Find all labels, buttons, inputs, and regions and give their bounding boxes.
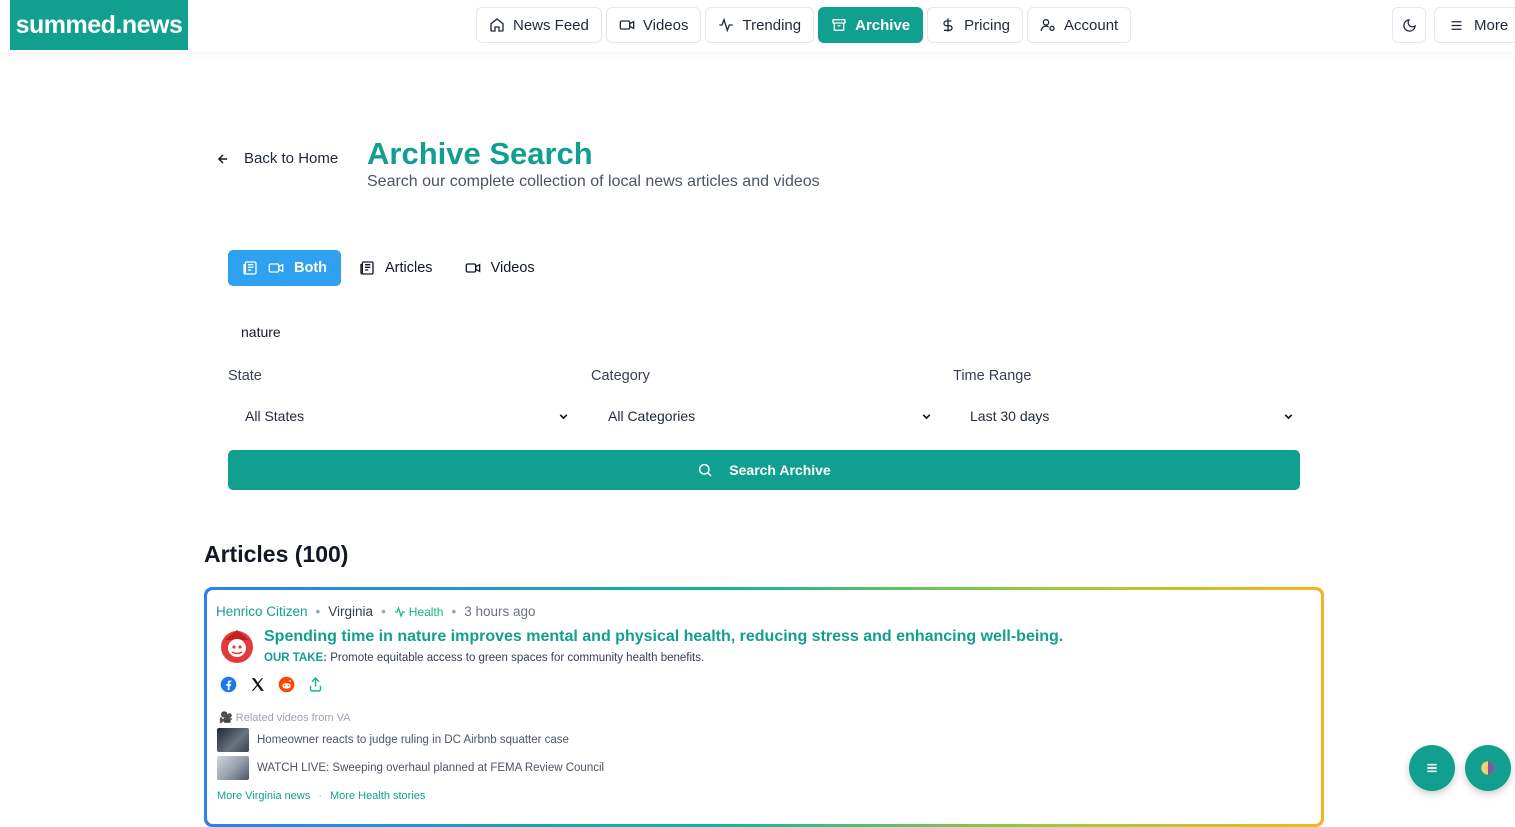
page-subtitle: Search our complete collection of local … — [367, 173, 820, 190]
menu-icon — [1451, 20, 1462, 30]
meta-separator: • — [451, 604, 457, 619]
tab-label: Videos — [490, 260, 535, 276]
activity-icon — [719, 17, 734, 33]
video-thumbnail — [217, 756, 249, 780]
more-links: More Virginia news · More Health stories — [217, 790, 425, 802]
time-range-select[interactable]: Last 30 days — [953, 402, 1301, 430]
newspaper-icon — [243, 261, 257, 275]
list-icon — [1427, 763, 1437, 773]
nav-news-feed[interactable]: News Feed — [476, 7, 602, 43]
back-label: Back to Home — [244, 150, 339, 167]
tab-label: Both — [294, 260, 328, 276]
archive-icon — [832, 19, 846, 31]
nav-label: Account — [1064, 16, 1119, 34]
article-headline-link[interactable]: Spending time in nature improves mental … — [264, 628, 1063, 646]
nav-videos[interactable]: Videos — [605, 7, 702, 43]
meta-separator: • — [381, 604, 386, 619]
article-category-label: Health — [408, 604, 444, 619]
site-logo[interactable]: summed.news — [10, 0, 188, 50]
nav-account[interactable]: Account — [1027, 7, 1132, 43]
category-select[interactable]: All Categories — [591, 402, 939, 430]
meta-separator: • — [315, 604, 321, 619]
time-range-select-value: Last 30 days — [970, 408, 1050, 424]
menu-fab-button[interactable] — [1409, 745, 1455, 791]
nav-label: Videos — [642, 16, 689, 34]
arrow-left-icon — [217, 153, 228, 164]
chevron-down-icon — [1284, 413, 1293, 419]
home-icon — [490, 18, 504, 32]
related-video-item[interactable]: Homeowner reacts to judge ruling in DC A… — [217, 728, 569, 752]
tab-articles[interactable]: Articles — [345, 250, 447, 286]
more-state-news-link[interactable]: More Virginia news — [217, 790, 310, 802]
nav-pricing[interactable]: Pricing — [927, 7, 1024, 43]
state-select-value: All States — [245, 408, 305, 424]
theme-toggle-button[interactable] — [1392, 7, 1426, 43]
page-title: Archive Search — [367, 136, 593, 171]
tab-label: Articles — [385, 260, 433, 276]
article-source-link[interactable]: Henrico Citizen — [216, 604, 308, 619]
chevron-down-icon — [922, 413, 931, 419]
category-select-value: All Categories — [608, 408, 696, 424]
article-state: Virginia — [328, 604, 374, 619]
tab-videos[interactable]: Videos — [451, 250, 549, 286]
nav-label: News Feed — [513, 16, 589, 34]
time-range-filter-label: Time Range — [953, 368, 1032, 384]
nav-label: Trending — [742, 16, 802, 34]
search-input[interactable] — [228, 318, 1300, 346]
video-thumbnail — [217, 728, 249, 752]
tab-both[interactable]: Both — [228, 250, 342, 286]
category-filter-label: Category — [591, 368, 650, 384]
back-to-home-link[interactable]: Back to Home — [204, 146, 350, 171]
our-take-label: OUR TAKE: — [264, 652, 328, 664]
facebook-icon[interactable] — [220, 676, 237, 693]
results-heading: Articles (100) — [204, 541, 349, 567]
related-videos-label: Related videos from VA — [235, 712, 351, 724]
more-category-stories-link[interactable]: More Health stories — [330, 790, 425, 802]
main-nav: News Feed Videos Trending Archive Pricin… — [476, 7, 1132, 43]
state-filter-label: State — [228, 368, 262, 384]
related-video-title: WATCH LIVE: Sweeping overhaul planned at… — [257, 762, 605, 774]
article-timestamp: 3 hours ago — [464, 604, 536, 619]
link-separator: · — [318, 790, 323, 802]
newspaper-icon — [360, 261, 374, 275]
state-select[interactable]: All States — [228, 402, 576, 430]
video-camera-icon: 🎥 — [219, 712, 233, 724]
nav-trending[interactable]: Trending — [705, 7, 815, 43]
reddit-icon[interactable] — [278, 676, 295, 693]
search-button-label: Search Archive — [729, 462, 831, 478]
more-menu-button[interactable]: More — [1434, 7, 1515, 43]
nav-label: Pricing — [964, 16, 1011, 34]
share-icon[interactable] — [307, 676, 324, 693]
x-twitter-icon[interactable] — [249, 676, 266, 693]
moon-icon — [1402, 18, 1416, 32]
article-meta: Henrico Citizen • Virginia • Health • 3 … — [216, 604, 536, 619]
top-navbar: summed.news News Feed Videos Trending Ar… — [0, 0, 1515, 52]
search-icon — [699, 463, 712, 477]
nav-label: Archive — [855, 16, 911, 34]
contrast-fab-button[interactable] — [1465, 745, 1511, 791]
related-video-item[interactable]: WATCH LIVE: Sweeping overhaul planned at… — [217, 756, 604, 780]
user-key-icon — [1040, 19, 1055, 31]
related-video-title: Homeowner reacts to judge ruling in DC A… — [257, 734, 569, 746]
video-icon — [465, 263, 480, 273]
share-buttons — [220, 676, 324, 693]
content-type-tabs: Both Articles Videos — [228, 250, 549, 286]
more-label: More — [1474, 16, 1509, 34]
source-avatar-icon — [221, 630, 253, 663]
article-category-badge[interactable]: Health — [394, 604, 444, 619]
activity-icon — [394, 605, 405, 618]
related-videos-title: 🎥 Related videos from VA — [219, 711, 351, 724]
nav-archive[interactable]: Archive — [818, 7, 924, 43]
video-icon — [619, 20, 635, 30]
dollar-icon — [943, 18, 953, 32]
video-icon — [268, 263, 284, 273]
search-archive-button[interactable]: Search Archive — [228, 450, 1300, 490]
article-card: Henrico Citizen • Virginia • Health • 3 … — [204, 587, 1324, 827]
our-take-text: Promote equitable access to green spaces… — [330, 652, 705, 664]
contrast-icon — [1481, 761, 1495, 775]
chevron-down-icon — [559, 413, 568, 419]
article-our-take: OUR TAKE: Promote equitable access to gr… — [264, 652, 704, 664]
